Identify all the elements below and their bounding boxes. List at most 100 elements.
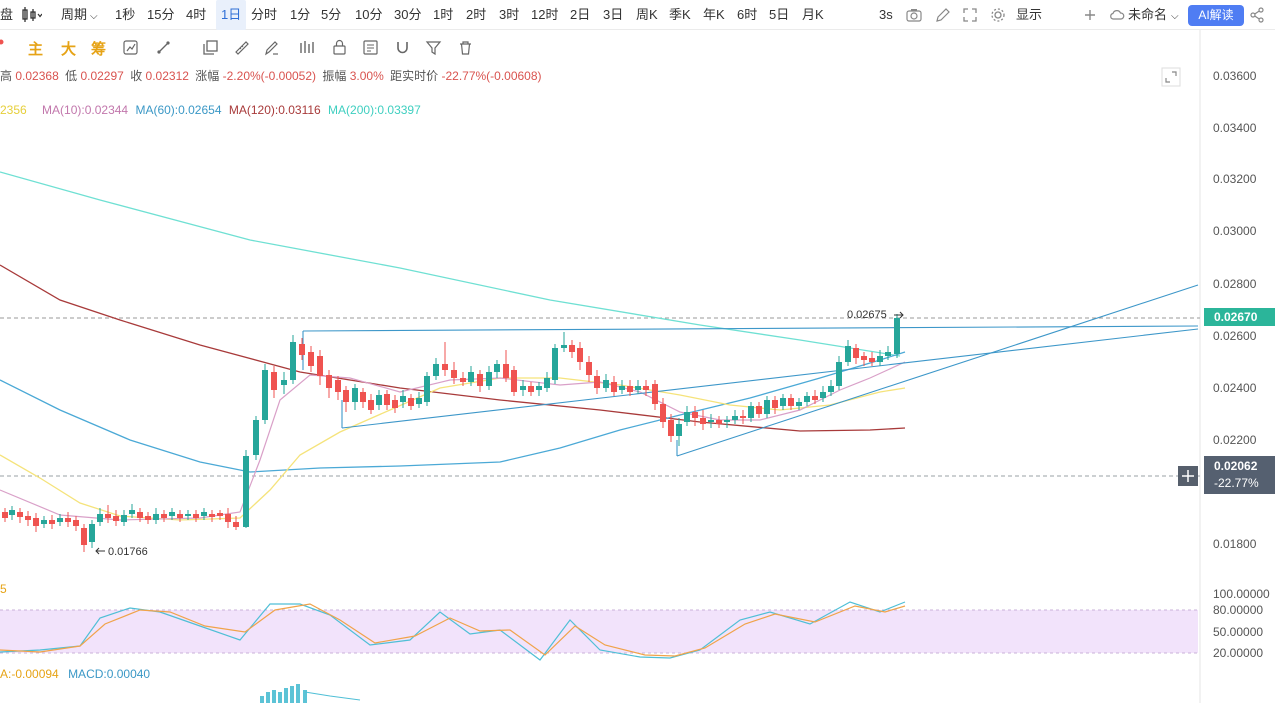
candle	[740, 410, 746, 424]
candle-body	[494, 364, 500, 372]
candle	[392, 395, 398, 413]
candle-body	[652, 384, 658, 404]
candle-body	[552, 348, 558, 380]
candle-body	[105, 514, 111, 518]
candle	[853, 344, 859, 364]
candle-body	[700, 418, 706, 424]
candle	[536, 382, 542, 396]
candle	[756, 402, 762, 418]
candle	[503, 350, 509, 382]
candle	[577, 342, 583, 370]
kdj-tick: 80.00000	[1213, 603, 1264, 617]
candle-body	[121, 515, 127, 522]
dea-value: A:-0.00094	[0, 667, 59, 681]
candle-body	[812, 396, 818, 400]
candle-body	[9, 510, 15, 515]
candle-body	[724, 420, 730, 422]
candle	[81, 524, 87, 552]
candle-body	[281, 380, 287, 385]
macd-bar	[266, 692, 270, 703]
kdj-legend: 5	[0, 582, 7, 596]
expand-pane-icon[interactable]	[1161, 67, 1181, 87]
candle-body	[113, 516, 119, 521]
macd-bar	[290, 686, 294, 703]
candle	[772, 396, 778, 414]
candle-body	[836, 362, 842, 386]
candle-body	[57, 518, 63, 522]
candle	[652, 380, 658, 410]
candle	[416, 392, 422, 408]
candle-body	[708, 420, 714, 422]
candle-body	[740, 416, 746, 418]
price-tick: 0.02200	[1213, 433, 1257, 447]
candle-body	[262, 370, 268, 420]
candle	[376, 390, 382, 410]
candle-body	[161, 514, 167, 518]
candle	[627, 380, 633, 396]
candle	[764, 396, 770, 418]
candle	[804, 392, 810, 406]
candle	[845, 340, 851, 366]
candle	[486, 366, 492, 390]
kline-chart[interactable]: 0.02675 0.01766	[0, 0, 1275, 703]
candle-body	[193, 514, 199, 518]
macd-bar	[272, 690, 276, 703]
candle-body	[145, 516, 151, 520]
candle-body	[408, 398, 414, 406]
price-tick: 0.02600	[1213, 329, 1257, 343]
candle	[262, 364, 268, 424]
candle-body	[33, 518, 39, 526]
candle-body	[317, 356, 323, 376]
candle-body	[869, 358, 875, 362]
candle-body	[845, 346, 851, 362]
candle	[317, 350, 323, 385]
candle	[2, 508, 8, 522]
candle-body	[376, 395, 382, 405]
candle	[569, 340, 575, 358]
crosshair-percent: -22.77%	[1214, 476, 1259, 490]
candle	[494, 360, 500, 378]
candle-body	[603, 380, 609, 388]
candle	[408, 394, 414, 410]
macd-bar	[260, 696, 264, 703]
candle	[477, 370, 483, 392]
candle	[343, 386, 349, 412]
candle	[49, 515, 55, 529]
candle-body	[503, 364, 509, 378]
candle-body	[577, 348, 583, 362]
candle-body	[804, 396, 810, 402]
candle	[692, 406, 698, 426]
crosshair-add-icon[interactable]	[1178, 466, 1198, 486]
current-price-tag: 0.02670	[1204, 308, 1275, 326]
candle	[145, 512, 151, 524]
macd-value: MACD:0.00040	[68, 667, 151, 681]
candlesticks	[2, 314, 900, 552]
candle-body	[796, 402, 802, 406]
candle-body	[788, 398, 794, 406]
candle	[552, 344, 558, 384]
candle	[619, 380, 625, 394]
candle-body	[201, 512, 207, 516]
candle-body	[520, 386, 526, 390]
candle-body	[81, 528, 87, 545]
candle-body	[326, 375, 332, 388]
candle-body	[89, 524, 95, 542]
candle	[290, 335, 296, 384]
macd-legend: A:-0.00094 MACD:0.00040	[0, 667, 150, 681]
candle-body	[477, 374, 483, 386]
candle	[299, 338, 305, 360]
candle-body	[424, 376, 430, 402]
macd-bar	[278, 692, 282, 703]
candle-body	[384, 394, 390, 405]
candle-body	[877, 356, 883, 362]
crosshair-price: 0.02062	[1214, 459, 1258, 473]
candle	[113, 510, 119, 526]
candle	[243, 450, 249, 528]
candle	[700, 410, 706, 430]
candle	[384, 390, 390, 410]
price-tick: 0.03200	[1213, 172, 1257, 186]
macd-dif-line	[304, 691, 361, 701]
candle-body	[169, 512, 175, 516]
candle	[433, 358, 439, 380]
candle-body	[536, 386, 542, 390]
